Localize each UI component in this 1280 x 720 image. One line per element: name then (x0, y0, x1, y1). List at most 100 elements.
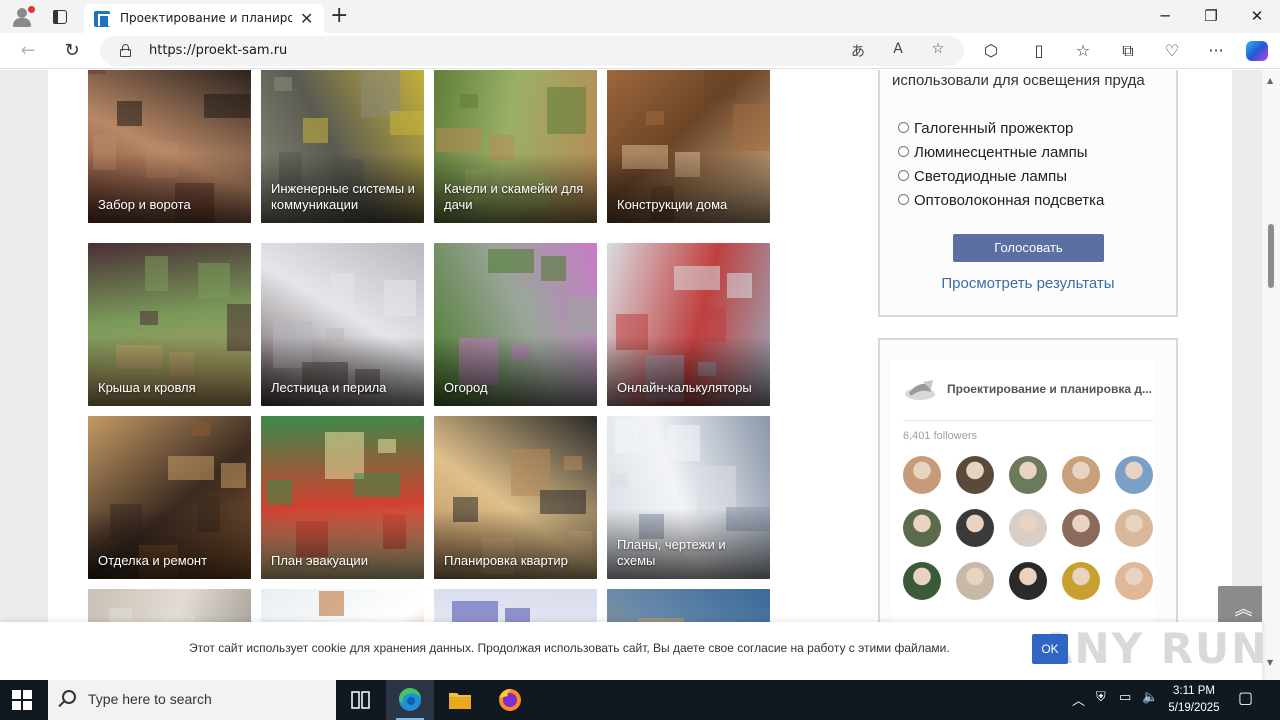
vote-button[interactable]: Голосовать (953, 234, 1104, 262)
category-tile[interactable]: Онлайн-калькуляторы (607, 243, 770, 406)
poll-option[interactable]: Светодиодные лампы (898, 168, 1067, 185)
vk-followers-count: 6,401 followers (903, 430, 977, 442)
category-label[interactable]: Крыша и кровля (98, 380, 243, 396)
radio-button[interactable] (898, 146, 909, 157)
network-icon[interactable]: ▭ (1119, 690, 1131, 705)
follower-avatar[interactable] (903, 509, 941, 547)
divider (903, 420, 1153, 421)
follower-avatar[interactable] (1115, 456, 1153, 494)
lock-icon[interactable] (120, 44, 131, 57)
category-tile[interactable]: План эвакуации (261, 416, 424, 579)
follower-avatar[interactable] (956, 562, 994, 600)
follower-avatar[interactable] (1009, 509, 1047, 547)
browser-tab-strip: Проектирование и планировка ✕ + ─ ❐ ✕ (0, 0, 1280, 33)
extensions-icon[interactable]: ⬡ (979, 40, 1003, 62)
back-arrow-icon[interactable]: ← (16, 39, 40, 63)
category-label[interactable]: Качели и скамейки для дачи (444, 181, 589, 213)
radio-button[interactable] (898, 170, 909, 181)
new-tab-icon[interactable]: + (330, 4, 348, 28)
category-label[interactable]: Лестница и перила (271, 380, 416, 396)
category-label[interactable]: Планировка квартир (444, 553, 589, 569)
category-label[interactable]: План эвакуации (271, 553, 416, 569)
page-scrollbar[interactable]: ▲ ▼ (1262, 70, 1280, 680)
copilot-icon[interactable] (1246, 41, 1268, 61)
taskbar: Type here to search ︿ ⛨ ▭ 🔈 3:11 PM 5/19… (0, 680, 1280, 720)
more-options-icon[interactable]: ··· (1204, 40, 1228, 62)
category-label[interactable]: Отделка и ремонт (98, 553, 243, 569)
cookie-notice: Этот сайт использует cookie для хранения… (0, 622, 1266, 680)
poll-option[interactable]: Оптоволоконная подсветка (898, 192, 1104, 209)
category-tile[interactable]: Конструкции дома (607, 70, 770, 223)
profile-icon[interactable] (10, 6, 35, 28)
favorites-icon[interactable]: ☆ (1071, 40, 1095, 62)
follower-avatar[interactable] (1009, 562, 1047, 600)
radio-button[interactable] (898, 122, 909, 133)
follower-avatar[interactable] (956, 456, 994, 494)
category-tile[interactable]: Крыша и кровля (88, 243, 251, 406)
browser-essentials-icon[interactable]: ♡ (1160, 40, 1184, 62)
window-close-icon[interactable]: ✕ (1234, 4, 1280, 28)
vk-group-name[interactable]: Проектирование и планировка д... (947, 382, 1152, 396)
translate-icon[interactable]: あ (848, 41, 868, 61)
browser-tab-active[interactable]: Проектирование и планировка ✕ (84, 4, 324, 33)
read-aloud-icon[interactable]: A (888, 41, 908, 57)
refresh-icon[interactable]: ↻ (60, 39, 84, 63)
taskbar-clock[interactable]: 3:11 PM 5/19/2025 (1160, 683, 1228, 717)
follower-avatar[interactable] (1115, 562, 1153, 600)
category-tile[interactable]: Огород (434, 243, 597, 406)
follower-avatar[interactable] (1062, 509, 1100, 547)
category-tile[interactable]: Планы, чертежи и схемы (607, 416, 770, 579)
radio-button[interactable] (898, 194, 909, 205)
category-label[interactable]: Огород (444, 380, 589, 396)
address-toolbar: ← ↻ https://proekt-sam.ru あ A ☆ ⬡ ▯ ☆ ⧉ … (0, 33, 1280, 69)
split-screen-icon[interactable]: ▯ (1027, 40, 1051, 62)
category-label[interactable]: Планы, чертежи и схемы (617, 537, 762, 569)
follower-avatar[interactable] (956, 509, 994, 547)
show-hidden-icons-icon[interactable]: ︿ (1072, 690, 1085, 709)
tab-actions-icon[interactable] (50, 7, 70, 27)
category-tile[interactable]: Забор и ворота (88, 70, 251, 223)
notifications-icon[interactable]: ▢ (1238, 688, 1253, 707)
category-tile[interactable]: Планировка квартир (434, 416, 597, 579)
follower-avatar[interactable] (1115, 509, 1153, 547)
follower-avatar[interactable] (903, 456, 941, 494)
poll-question: использовали для освещения пруда (892, 72, 1145, 89)
follower-avatar[interactable] (1062, 456, 1100, 494)
category-tile[interactable]: Инженерные системы и коммуникации (261, 70, 424, 223)
category-label[interactable]: Онлайн-калькуляторы (617, 380, 762, 396)
category-label[interactable]: Забор и ворота (98, 197, 243, 213)
volume-icon[interactable]: 🔈 (1142, 690, 1158, 705)
category-label[interactable]: Конструкции дома (617, 197, 762, 213)
url-text[interactable]: https://proekt-sam.ru (149, 43, 287, 58)
cookie-ok-button[interactable]: OK (1032, 634, 1068, 664)
firefox-icon[interactable] (486, 680, 534, 720)
taskbar-search[interactable]: Type here to search (48, 680, 336, 720)
defender-icon[interactable]: ⛨ (1096, 690, 1106, 705)
category-tile[interactable]: Качели и скамейки для дачи (434, 70, 597, 223)
scroll-thumb[interactable] (1268, 224, 1274, 288)
follower-avatar[interactable] (903, 562, 941, 600)
vk-widget: Проектирование и планировка д... 6,401 f… (878, 338, 1178, 660)
minimize-icon[interactable]: ─ (1142, 4, 1188, 28)
windows-start-icon[interactable] (12, 690, 32, 710)
favorite-star-icon[interactable]: ☆ (928, 41, 948, 57)
follower-avatar[interactable] (1009, 456, 1047, 494)
edge-browser-icon[interactable] (386, 680, 434, 720)
task-view-icon[interactable] (336, 680, 384, 720)
scroll-up-icon[interactable]: ▲ (1267, 76, 1273, 85)
address-bar[interactable]: https://proekt-sam.ru あ A ☆ (100, 36, 964, 66)
vk-group-card: Проектирование и планировка д... 6,401 f… (890, 360, 1154, 660)
file-explorer-icon[interactable] (436, 680, 484, 720)
page-content: Забор и ворота Инженерные системы и комму… (48, 70, 1269, 680)
category-tile[interactable]: Лестница и перила (261, 243, 424, 406)
restore-icon[interactable]: ❐ (1188, 4, 1234, 28)
poll-option[interactable]: Люминесцентные лампы (898, 144, 1088, 161)
view-results-link[interactable]: Просмотреть результаты (880, 275, 1176, 292)
search-icon (62, 690, 76, 704)
category-label[interactable]: Инженерные системы и коммуникации (271, 181, 416, 213)
collections-icon[interactable]: ⧉ (1116, 40, 1140, 62)
follower-avatar[interactable] (1062, 562, 1100, 600)
tab-close-icon[interactable]: ✕ (300, 9, 313, 28)
poll-option[interactable]: Галогенный прожектор (898, 120, 1073, 137)
category-tile[interactable]: Отделка и ремонт (88, 416, 251, 579)
